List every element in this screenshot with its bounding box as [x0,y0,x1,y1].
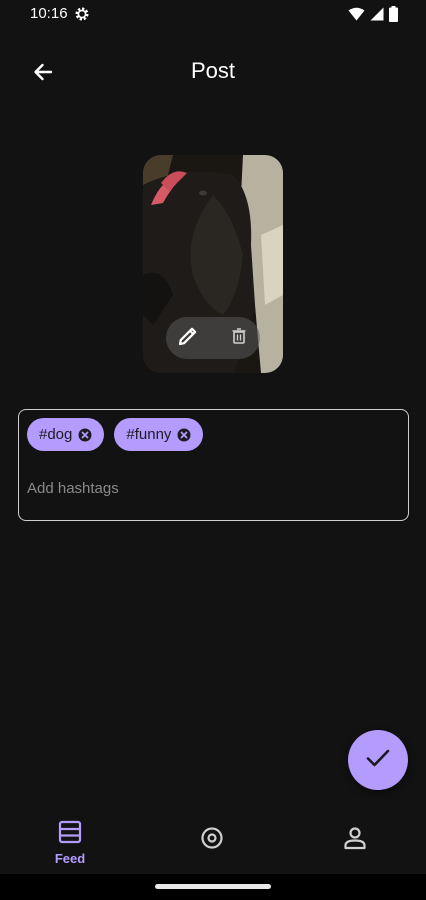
battery-icon [389,6,398,27]
settings-gear-icon [74,6,90,22]
bottom-navigation: Feed [0,806,426,874]
person-icon [343,826,367,855]
hashtag-field[interactable]: #dog #funny [18,409,409,521]
delete-trash-icon [232,327,246,349]
confirm-post-button[interactable] [348,730,408,790]
cancel-circle-icon[interactable] [177,428,191,442]
hashtag-input[interactable] [27,476,397,500]
nav-item-explore[interactable] [172,826,252,876]
gesture-navigation-area [0,874,426,900]
edit-pencil-icon [177,325,199,352]
delete-image-button[interactable] [224,323,254,353]
page-title: Post [190,58,236,83]
hashtag-chips: #dog #funny [27,418,204,451]
post-screen: 10:16 Post #dog #funny Add hashtags Feed [0,0,426,900]
status-time: 10:16 [30,5,68,22]
signal-icon [370,7,384,26]
image-actions [166,317,260,359]
nav-item-profile[interactable] [315,826,395,876]
home-gesture-handle[interactable] [155,884,271,889]
nav-label-feed: Feed [54,851,86,866]
edit-image-button[interactable] [173,323,203,353]
cancel-circle-icon[interactable] [78,428,92,442]
check-icon [366,748,390,773]
chip-label: #funny [126,426,172,443]
hashtag-chip-funny[interactable]: #funny [114,418,204,451]
image-preview[interactable] [143,155,283,373]
wifi-icon [348,7,365,26]
nav-item-feed[interactable]: Feed [30,820,110,870]
chip-label: #dog [39,426,73,443]
status-bar: 10:16 [0,0,426,30]
status-icons [348,6,398,27]
explore-target-icon [200,826,224,855]
hashtag-chip-dog[interactable]: #dog [27,418,105,451]
feed-list-icon [58,820,82,849]
top-app-bar: Post [0,48,426,98]
